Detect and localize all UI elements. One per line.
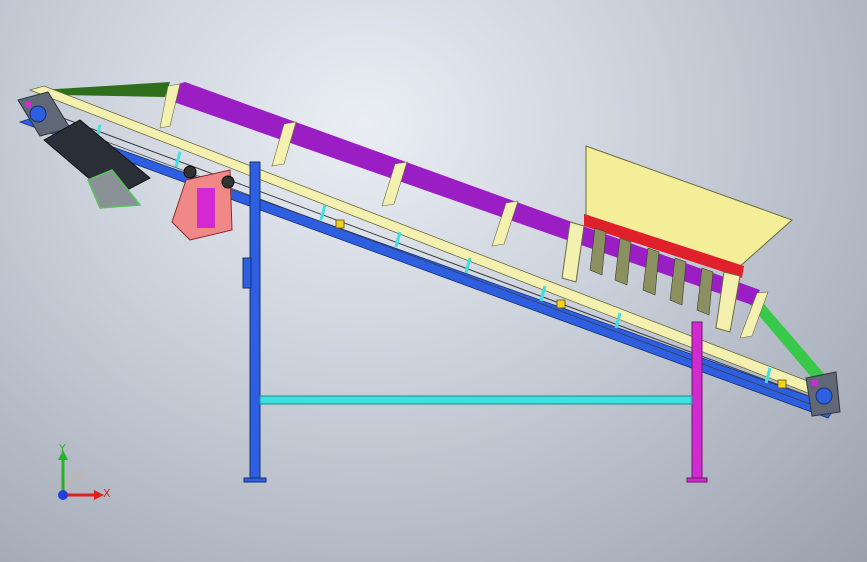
triad-x-label: X [103,487,111,500]
coordinate-triad: Y X [48,440,118,510]
triad-y-label: Y [59,442,66,455]
conveyor-model[interactable] [0,0,867,562]
cad-viewport[interactable]: Y X [0,0,867,562]
head-pulley [805,371,841,417]
cross-brace [259,395,693,405]
